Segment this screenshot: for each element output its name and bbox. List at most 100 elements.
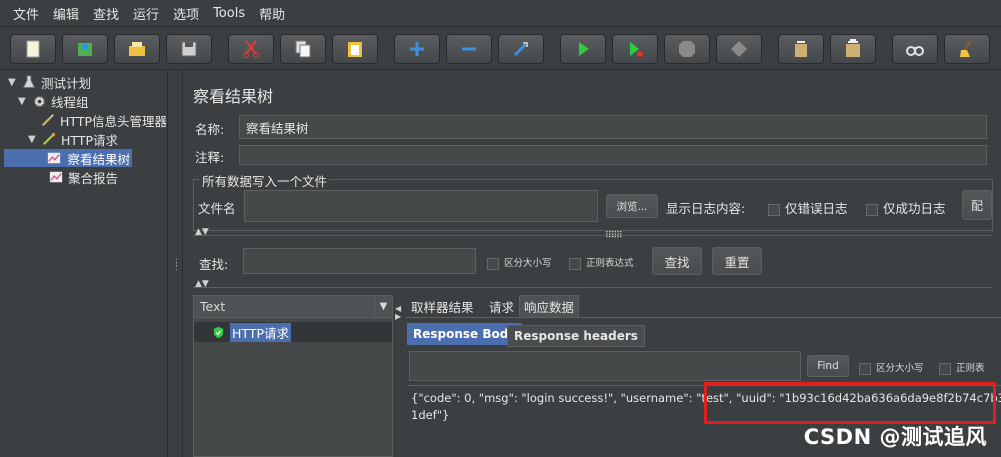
case-sensitive-label: 区分大小写 bbox=[504, 258, 552, 269]
checkbox-box[interactable] bbox=[487, 257, 499, 270]
chart-icon bbox=[46, 150, 61, 166]
errors-only-label: 仅错误日志 bbox=[785, 201, 848, 216]
tree-node-thread-group[interactable]: ▼ 线程组 bbox=[18, 92, 89, 110]
regex-checkbox[interactable]: 正则表达式 bbox=[569, 255, 634, 270]
copy-icon bbox=[295, 40, 311, 58]
result-item[interactable]: HTTP请求 bbox=[194, 322, 392, 342]
name-label: 名称: bbox=[195, 122, 225, 137]
paste-icon bbox=[348, 42, 362, 57]
tree-node-test-plan[interactable]: ▼ 测试计划 bbox=[8, 73, 91, 91]
tree-node-label: HTTP信息头管理器 bbox=[60, 113, 167, 129]
subtab-response-headers[interactable]: Response headers bbox=[507, 325, 645, 347]
tree-node-label: 线程组 bbox=[51, 94, 89, 110]
menu-file[interactable]: 文件 bbox=[6, 4, 46, 23]
menu-run[interactable]: 运行 bbox=[126, 4, 166, 23]
cut-button[interactable] bbox=[228, 34, 274, 64]
write-to-file-group: 所有数据写入一个文件 文件名 浏览... 显示日志内容: 仅错误日志 仅成功日志… bbox=[193, 171, 993, 231]
splitter-handle[interactable]: ⋮ ⋮ bbox=[169, 71, 181, 457]
grip-dots-icon[interactable]: ⠿⠿⠿ bbox=[605, 231, 623, 241]
tree-node-label: HTTP请求 bbox=[61, 132, 118, 148]
start-icon bbox=[579, 42, 589, 56]
tab-request[interactable]: 请求 bbox=[485, 295, 518, 317]
menu-edit[interactable]: 编辑 bbox=[46, 4, 86, 23]
reset-search-button[interactable] bbox=[944, 34, 990, 64]
clear-button[interactable] bbox=[778, 34, 824, 64]
expand-icon bbox=[410, 42, 424, 56]
expand-arrow-icon[interactable]: ▼ bbox=[18, 96, 28, 107]
page-title: 察看结果树 bbox=[193, 87, 274, 106]
search-button[interactable] bbox=[892, 34, 938, 64]
response-find-button[interactable]: Find bbox=[807, 355, 849, 377]
toggle-button[interactable] bbox=[498, 34, 544, 64]
shutdown-button[interactable] bbox=[716, 34, 762, 64]
tree-node-label: 察看结果树 bbox=[67, 151, 130, 167]
expand-button[interactable] bbox=[394, 34, 440, 64]
start-no-pauses-button[interactable] bbox=[612, 34, 658, 64]
tree-node-aggregate-report[interactable]: 聚合报告 bbox=[48, 168, 118, 186]
reset-button[interactable]: 重置 bbox=[712, 247, 762, 275]
success-only-checkbox[interactable]: 仅成功日志 bbox=[866, 198, 946, 217]
find-button[interactable]: 查找 bbox=[652, 247, 702, 275]
tree-node-label: 测试计划 bbox=[41, 75, 92, 91]
checkbox-box[interactable] bbox=[859, 362, 871, 375]
configure-button[interactable]: 配 bbox=[962, 190, 992, 220]
response-regex-checkbox[interactable]: 正则表 bbox=[939, 360, 985, 375]
tree-node-label: 聚合报告 bbox=[68, 170, 119, 186]
checkbox-box[interactable] bbox=[866, 203, 878, 216]
filename-label: 文件名 bbox=[198, 201, 236, 216]
tab-sampler-result[interactable]: 取样器结果 bbox=[407, 295, 478, 317]
chevron-down-icon[interactable]: ▼ bbox=[374, 296, 392, 317]
menu-tools[interactable]: Tools bbox=[206, 6, 252, 21]
copy-button[interactable] bbox=[280, 34, 326, 64]
tree-node-view-results-tree[interactable]: 察看结果树 bbox=[4, 149, 132, 167]
browse-button[interactable]: 浏览... bbox=[606, 194, 658, 218]
response-case-checkbox[interactable]: 区分大小写 bbox=[859, 360, 924, 375]
renderer-select[interactable]: Text ▼ bbox=[194, 296, 392, 318]
tree-node-http-request[interactable]: ▼ HTTP请求 bbox=[28, 130, 118, 148]
divider bbox=[193, 235, 993, 236]
stop-button[interactable] bbox=[664, 34, 710, 64]
case-sensitive-checkbox[interactable]: 区分大小写 bbox=[487, 255, 552, 270]
save-icon bbox=[181, 41, 197, 57]
filename-field[interactable] bbox=[244, 190, 598, 222]
menu-options[interactable]: 选项 bbox=[166, 4, 206, 23]
new-button[interactable] bbox=[10, 34, 56, 64]
start-button[interactable] bbox=[560, 34, 606, 64]
name-field[interactable]: 察看结果树 bbox=[239, 115, 987, 139]
split-arrows-icon[interactable]: ◀ ▶ bbox=[395, 305, 401, 321]
divider bbox=[193, 287, 993, 288]
subtab-response-body[interactable]: Response Body bbox=[407, 323, 523, 345]
shutdown-icon bbox=[731, 41, 747, 57]
gear-icon bbox=[31, 93, 47, 109]
templates-button[interactable] bbox=[62, 34, 108, 64]
open-button[interactable] bbox=[114, 34, 160, 64]
checkbox-box[interactable] bbox=[939, 362, 951, 375]
start-no-pauses-icon bbox=[630, 42, 643, 57]
paste-button[interactable] bbox=[332, 34, 378, 64]
menu-help[interactable]: 帮助 bbox=[252, 4, 292, 23]
highlight-box bbox=[704, 382, 996, 424]
tree-node-header-manager[interactable]: HTTP信息头管理器 bbox=[40, 111, 167, 129]
comment-field[interactable] bbox=[239, 145, 987, 165]
checkbox-box[interactable] bbox=[569, 257, 581, 270]
toolbar bbox=[0, 28, 1001, 70]
expand-arrow-icon[interactable]: ▼ bbox=[8, 77, 18, 88]
renderer-value: Text bbox=[200, 299, 226, 314]
toggle-icon bbox=[513, 41, 529, 57]
collapse-button[interactable] bbox=[446, 34, 492, 64]
chart-icon bbox=[48, 169, 64, 185]
menu-search[interactable]: 查找 bbox=[86, 4, 126, 23]
save-button[interactable] bbox=[166, 34, 212, 64]
errors-only-checkbox[interactable]: 仅错误日志 bbox=[768, 198, 848, 217]
expand-arrow-icon[interactable]: ▼ bbox=[28, 134, 38, 145]
clear-all-icon bbox=[846, 39, 860, 57]
results-list-pane: Text ▼ HTTP请求 bbox=[193, 295, 393, 457]
tab-response-data[interactable]: 响应数据 bbox=[519, 295, 580, 317]
group-legend: 所有数据写入一个文件 bbox=[200, 171, 330, 190]
success-only-label: 仅成功日志 bbox=[883, 201, 946, 216]
checkbox-box[interactable] bbox=[768, 203, 780, 216]
pipette-icon bbox=[41, 131, 57, 147]
response-search-field[interactable] bbox=[409, 351, 801, 381]
search-field[interactable] bbox=[243, 248, 476, 274]
clear-all-button[interactable] bbox=[830, 34, 876, 64]
